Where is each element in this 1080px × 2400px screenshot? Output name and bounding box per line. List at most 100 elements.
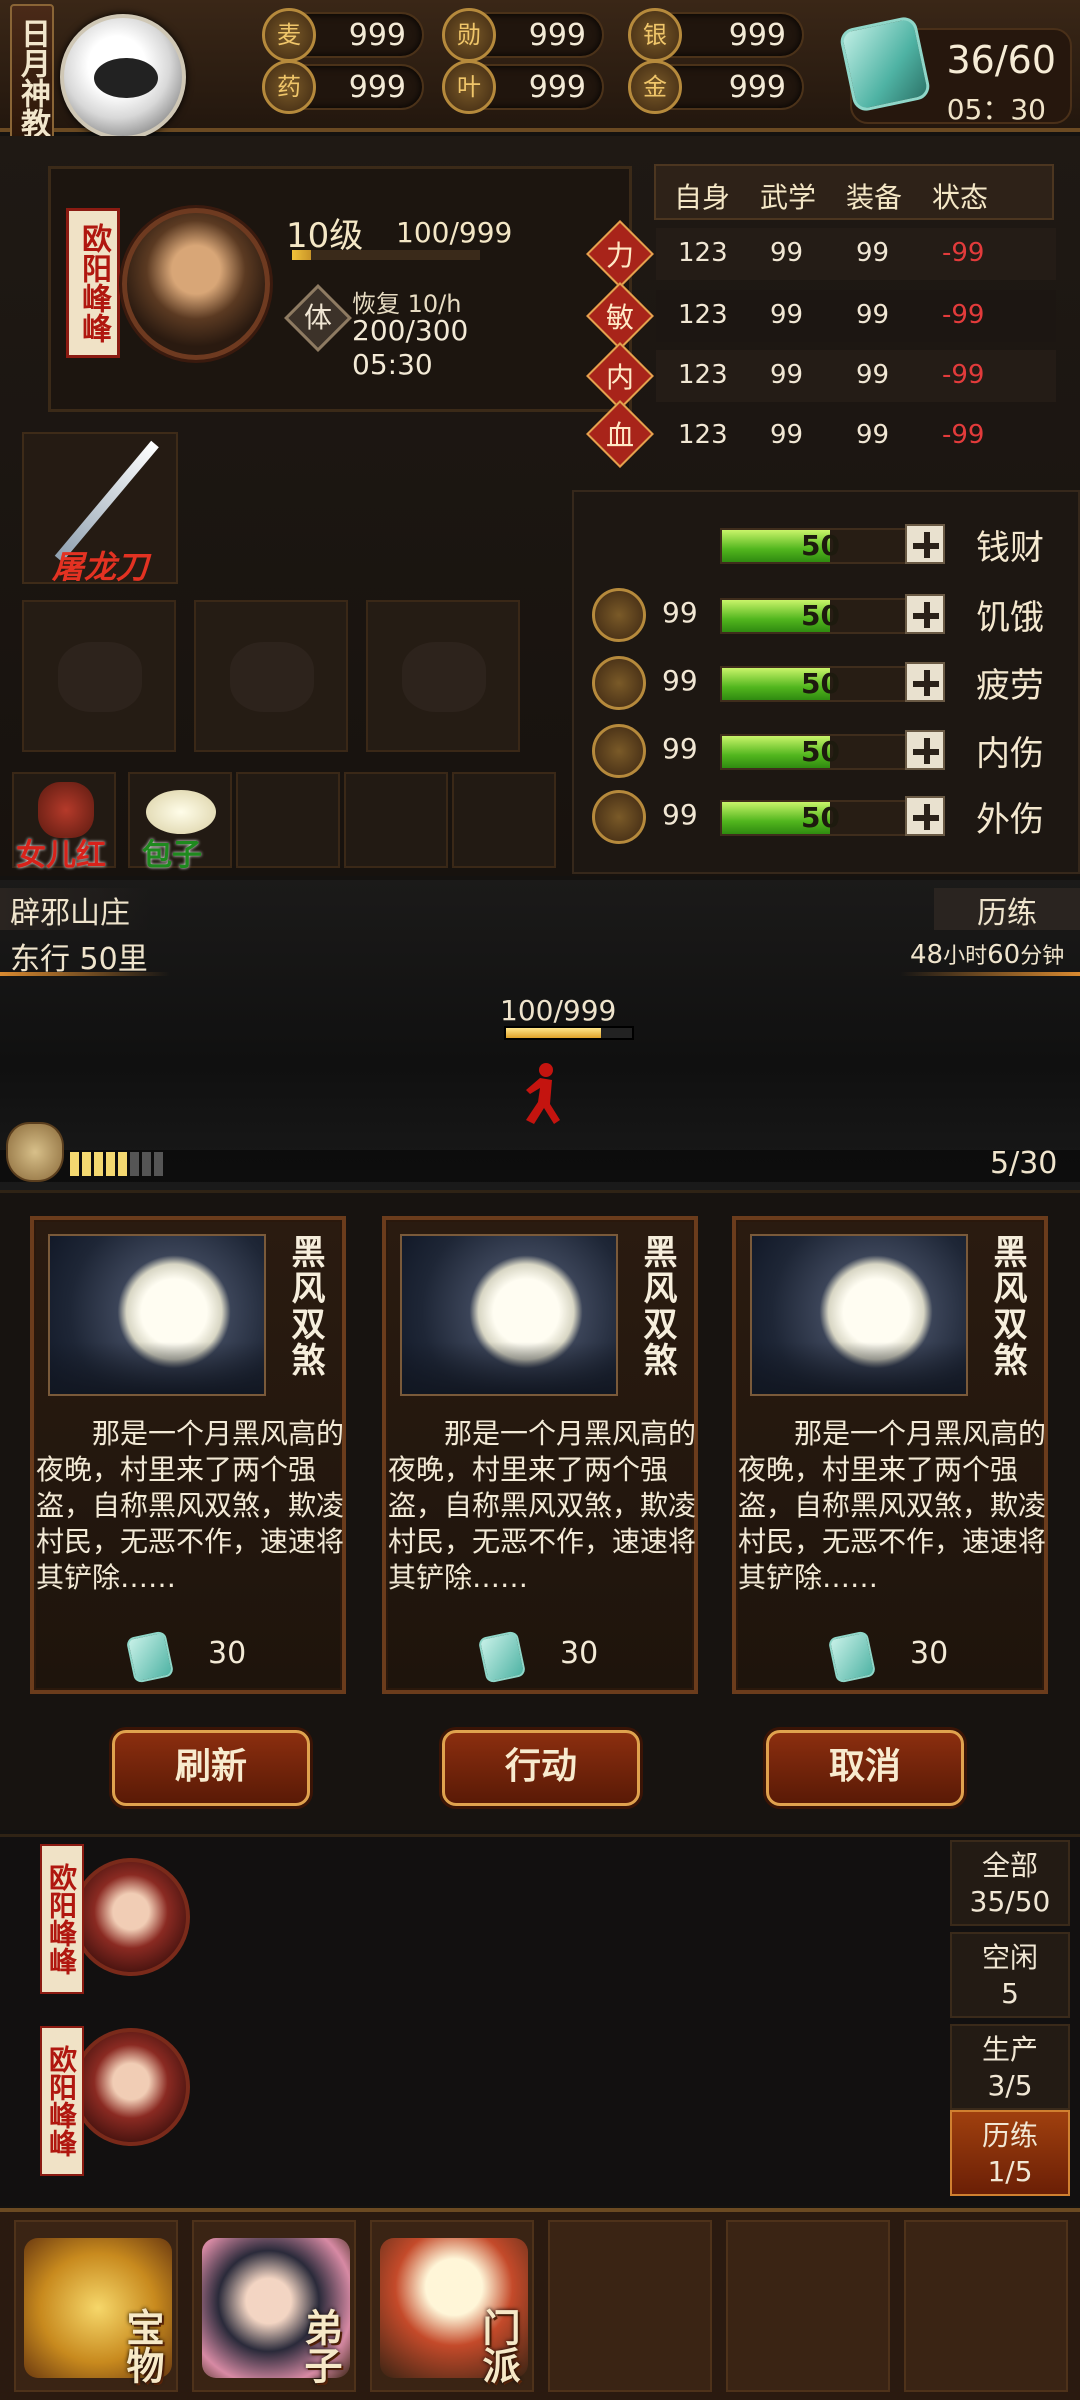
stat-martial: 99 [770,420,804,450]
nav-label: 弟子 [298,2308,342,2384]
filter-production[interactable]: 生产 3/5 [950,2024,1070,2110]
plus-button[interactable] [905,594,945,634]
filter-all[interactable]: 全部 35/50 [950,1840,1070,1926]
event-description: 那是一个月黑风高的夜晚，村里来了两个强盗，自称黑风双煞，欺凌村民，无恶不作，速速… [36,1417,345,1594]
item-slot[interactable]: 包子 [128,772,232,873]
nav-empty-slot[interactable] [548,2220,712,2392]
disciple-avatar [72,1858,190,1976]
bun-icon [146,790,216,834]
stat-martial: 99 [770,360,804,390]
armor-slot[interactable] [194,600,348,752]
stats-header-cell: 武学 [760,181,817,214]
cancel-button[interactable]: 取消 [766,1730,964,1806]
silver-ingot-icon: 银 [628,8,682,62]
disciple-item[interactable]: 欧阳峰峰 [0,1840,940,2026]
event-description: 那是一个月黑风高的夜晚，村里来了两个强盗，自称黑风双煞，欺凌村民，无恶不作，速速… [738,1417,1047,1594]
filter-label: 空闲 [981,1941,1038,1974]
stamina-counter[interactable]: 36/60 05：30 [838,14,1072,126]
eta-minute-unit: 分钟 [1020,944,1065,969]
segment-pip [82,1152,91,1176]
stat-state: -99 [942,300,985,330]
event-title: 黑风双煞 [285,1234,325,1378]
stats-header: 自身 武学 装备 状态 [654,164,1054,220]
filter-label: 全部 [981,1849,1038,1882]
gold-ingot-icon: 金 [628,60,682,114]
nav-treasure[interactable]: 宝物 [14,2220,178,2392]
nav-sect[interactable]: 门派 [370,2220,534,2392]
need-count: 99 [662,664,698,697]
resource-wheat[interactable]: 麦 999 [262,8,424,62]
resource-medal[interactable]: 勋 999 [442,8,604,62]
empty-item-slot[interactable] [344,772,448,868]
wheat-icon: 麦 [262,8,316,62]
event-card[interactable]: 黑风双煞 那是一个月黑风高的夜晚，村里来了两个强盗，自称黑风双煞，欺凌村民，无恶… [30,1216,346,1694]
moon-night-image [400,1234,618,1396]
segment-count: 5/30 [990,1146,1058,1181]
resource-silver[interactable]: 银 999 [628,8,804,62]
need-row-fatigue: 99 50 疲劳 [580,652,1080,712]
need-label: 饥饿 [976,598,1044,638]
plus-button[interactable] [905,796,945,836]
sect-logo-icon[interactable] [60,14,186,140]
character-avatar[interactable] [122,208,270,360]
stat-martial: 99 [770,300,804,330]
eta-minutes: 60 [987,940,1021,970]
jade-token-icon [125,1630,175,1684]
disciple-name: 欧阳峰峰 [40,2026,84,2176]
journey-mode[interactable]: 历练 [934,888,1080,931]
shoes-slot[interactable] [22,600,176,752]
need-row-internal-injury: 99 50 内伤 [580,720,1080,780]
moon-night-image [750,1234,968,1396]
segment-pip [94,1152,103,1176]
refresh-button[interactable]: 刷新 [112,1730,310,1806]
filter-training[interactable]: 历练 1/5 [950,2110,1070,2196]
leaf-icon: 叶 [442,60,496,114]
jade-token-icon [827,1630,877,1684]
need-value: 50 [801,667,840,700]
event-card[interactable]: 黑风双煞 那是一个月黑风高的夜晚，村里来了两个强盗，自称黑风双煞，欺凌村民，无恶… [382,1216,698,1694]
filter-count: 3/5 [987,2069,1033,2102]
exp-fill [292,250,311,260]
stat-base: 123 [678,300,728,330]
herb-icon [592,724,646,778]
stat-base: 123 [678,420,728,450]
plus-button[interactable] [905,662,945,702]
item-slot[interactable]: 女儿红 [12,772,116,873]
location-name: 辟邪山庄 [0,888,150,931]
stat-state: -99 [942,238,985,268]
money-bag-icon[interactable] [6,1122,64,1182]
need-row-hunger: 99 50 饥饿 [580,584,1080,644]
resource-gold[interactable]: 金 999 [628,60,804,114]
journey-progress-text: 100/999 [500,994,617,1027]
character-name: 欧阳峰峰 [66,208,120,358]
filter-idle[interactable]: 空闲 5 [950,1932,1070,2018]
stat-label: 敏 [605,301,634,334]
nav-empty-slot[interactable] [726,2220,890,2392]
resource-value: 999 [728,18,786,53]
regen-timer: 05:30 [352,348,433,381]
resource-leaf[interactable]: 叶 999 [442,60,604,114]
segment-pip [154,1152,163,1176]
accessory-slot[interactable] [366,600,520,752]
stat-label: 内 [605,361,634,394]
empty-item-slot[interactable] [452,772,556,868]
resource-herb[interactable]: 药 999 [262,60,424,114]
medal-icon: 勋 [442,8,496,62]
divider [900,972,1080,976]
need-value: 50 [801,801,840,834]
nav-disciples[interactable]: 弟子 [192,2220,356,2392]
plus-button[interactable] [905,524,945,564]
plus-button[interactable] [905,730,945,770]
nav-empty-slot[interactable] [904,2220,1068,2392]
event-card[interactable]: 黑风双煞 那是一个月黑风高的夜晚，村里来了两个强盗，自称黑风双煞，欺凌村民，无恶… [732,1216,1048,1694]
filter-count: 35/50 [969,1885,1051,1918]
need-label: 外伤 [976,800,1044,840]
need-count: 99 [662,596,698,629]
stats-header-cell: 自身 [674,181,731,214]
act-button[interactable]: 行动 [442,1730,640,1806]
exp-bar [292,250,480,260]
event-title: 黑风双煞 [637,1234,677,1378]
sect-name-tag: 日月神教 [10,4,54,148]
empty-item-slot[interactable] [236,772,340,868]
disciple-item[interactable]: 欧阳峰峰 [0,2020,940,2206]
